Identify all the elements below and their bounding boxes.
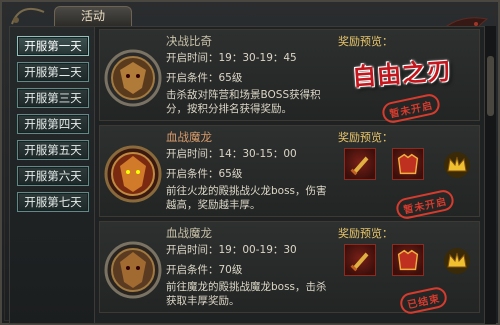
sidebar-item-day-2[interactable]: 开服第二天 — [17, 62, 89, 82]
sidebar-item-day-3[interactable]: 开服第三天 — [17, 88, 89, 108]
armor-icon — [397, 153, 419, 175]
event-title: 决战比奇 — [166, 34, 212, 48]
event-desc: 前往魔龙的殿挑战魔龙boss，击杀获取丰厚奖励。 — [166, 281, 327, 307]
event-card: 血战魔龙 开启时间：19：00-19：30 开启条件：70级 前往魔龙的殿挑战魔… — [99, 221, 480, 316]
event-level: 开启条件：70级 — [166, 264, 243, 276]
event-time: 开启时间：14：30-15：00 — [166, 148, 297, 160]
crown-icon — [444, 152, 470, 178]
reward-label: 奖励预览： — [338, 227, 393, 240]
status-stamp: 暂未开启 — [394, 188, 456, 221]
reward-item-sword[interactable] — [344, 244, 376, 276]
event-desc: 击杀敌对阵营和场景BOSS获得积分，按积分排名获得奖励。 — [166, 89, 321, 115]
dragon-medal-icon — [104, 241, 162, 299]
scrollbar[interactable] — [484, 26, 496, 324]
event-time: 开启时间：19：00-19：30 — [166, 244, 297, 256]
sidebar-item-day-7[interactable]: 开服第七天 — [17, 192, 89, 212]
event-card: 血战魔龙 开启时间：14：30-15：00 开启条件：65级 前往火龙的殿挑战火… — [99, 125, 480, 221]
reward-item-armor[interactable] — [392, 148, 424, 180]
sword-icon — [350, 156, 369, 176]
event-desc: 前往火龙的殿挑战火龙boss，伤害越高，奖励越丰厚。 — [166, 185, 327, 211]
status-stamp: 已结束 — [398, 285, 449, 316]
reward-item-armor[interactable] — [392, 244, 424, 276]
sidebar-item-day-5[interactable]: 开服第五天 — [17, 140, 89, 160]
event-title: 血战魔龙 — [166, 226, 212, 240]
event-level: 开启条件：65级 — [166, 72, 243, 84]
crown-icon — [444, 248, 470, 274]
reward-item-sword[interactable] — [344, 148, 376, 180]
event-title: 血战魔龙 — [166, 130, 212, 144]
status-stamp: 暂未开启 — [380, 92, 442, 125]
banner-logo: 自由之刃 — [351, 55, 454, 92]
dragon-medal-icon — [104, 145, 162, 203]
sidebar-item-day-4[interactable]: 开服第四天 — [17, 114, 89, 134]
event-card: 决战比奇 开启时间：19：30-19：45 开启条件：65级 击杀敌对阵营和场景… — [99, 29, 480, 125]
sword-icon — [350, 252, 369, 272]
armor-icon — [397, 249, 419, 271]
activity-window: 活动 开服第一天 开服第二天 开服第三天 开服第四天 开服第五天 开服第六天 开… — [0, 0, 500, 325]
reward-item-crown[interactable] — [440, 244, 472, 276]
beast-medal-icon — [104, 49, 162, 107]
event-level: 开启条件：65级 — [166, 168, 243, 180]
event-time: 开启时间：19：30-19：45 — [166, 52, 297, 64]
event-list: 决战比奇 开启时间：19：30-19：45 开启条件：65级 击杀敌对阵营和场景… — [94, 26, 487, 324]
day-sidebar: 开服第一天 开服第二天 开服第三天 开服第四天 开服第五天 开服第六天 开服第七… — [9, 26, 95, 324]
reward-label: 奖励预览： — [338, 131, 393, 144]
window-title-tab: 活动 — [54, 6, 132, 26]
sidebar-item-day-1[interactable]: 开服第一天 — [17, 36, 89, 56]
reward-label: 奖励预览： — [338, 35, 393, 48]
ornament-icon — [11, 7, 45, 25]
reward-item-crown[interactable] — [440, 148, 472, 180]
scroll-thumb[interactable] — [487, 56, 494, 116]
sidebar-item-day-6[interactable]: 开服第六天 — [17, 166, 89, 186]
